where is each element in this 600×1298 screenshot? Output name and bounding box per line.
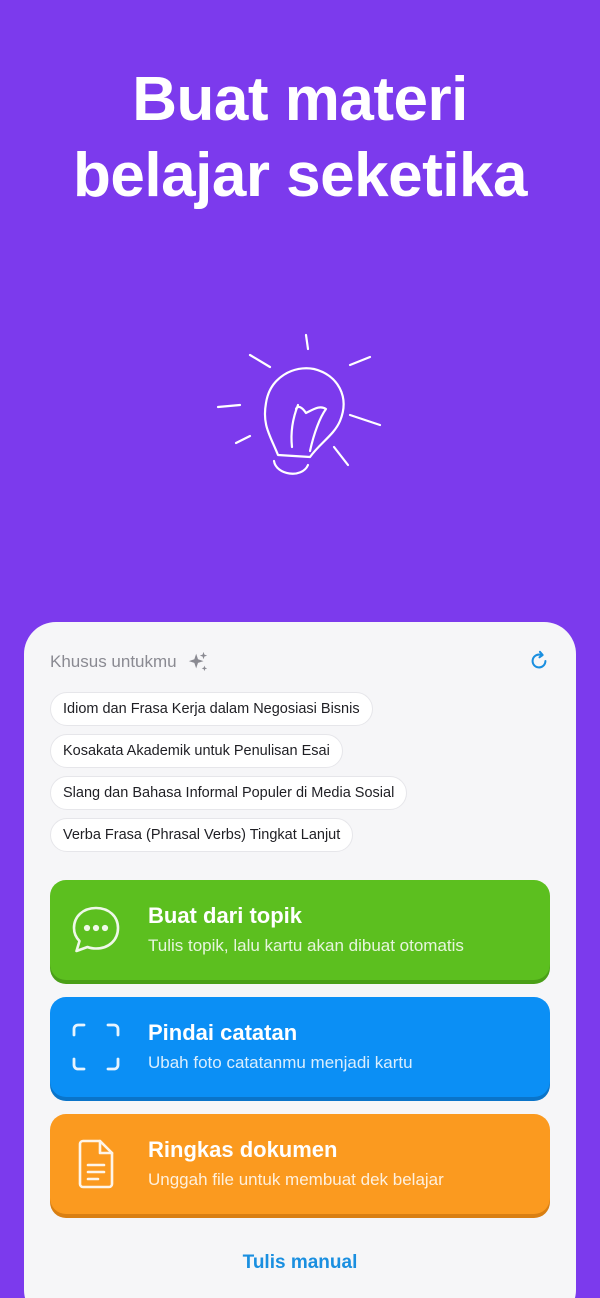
hero-title-line-2: belajar seketika — [73, 141, 527, 210]
summarize-document-button[interactable]: Ringkas dokumen Unggah file untuk membua… — [50, 1114, 550, 1214]
action-title: Ringkas dokumen — [148, 1137, 338, 1162]
section-header: Khusus untukmu — [50, 650, 209, 674]
action-subtitle: Tulis topik, lalu kartu akan dibuat otom… — [148, 936, 464, 955]
sparkle-icon — [188, 651, 207, 672]
scan-notes-button[interactable]: Pindai catatan Ubah foto catatanmu menja… — [50, 997, 550, 1097]
lightbulb-icon — [216, 333, 382, 475]
action-title: Pindai catatan — [148, 1020, 298, 1045]
scan-frame-icon — [72, 1023, 120, 1071]
suggestion-card: Khusus untukmu Idiom dan Frasa Kerja dal… — [24, 622, 576, 1298]
action-title: Buat dari topik — [148, 903, 303, 928]
document-icon — [78, 1139, 114, 1189]
create-from-topic-button[interactable]: Buat dari topik Tulis topik, lalu kartu … — [50, 880, 550, 980]
suggestion-chip[interactable]: Verba Frasa (Phrasal Verbs) Tingkat Lanj… — [50, 818, 354, 852]
chat-bubble-icon — [72, 906, 120, 953]
suggestion-chips: Idiom dan Frasa Kerja dalam Negosiasi Bi… — [50, 692, 550, 860]
refresh-icon[interactable] — [528, 650, 550, 672]
action-subtitle: Unggah file untuk membuat dek belajar — [148, 1170, 444, 1189]
action-subtitle: Ubah foto catatanmu menjadi kartu — [148, 1053, 413, 1072]
hero-title-line-1: Buat materi — [132, 65, 468, 134]
write-manually-link[interactable]: Tulis manual — [24, 1252, 576, 1274]
suggestion-chip[interactable]: Slang dan Bahasa Informal Populer di Med… — [50, 776, 408, 810]
hero-title: Buat materi belajar seketika — [0, 62, 600, 214]
suggestion-chip[interactable]: Idiom dan Frasa Kerja dalam Negosiasi Bi… — [50, 692, 373, 726]
section-header-label: Khusus untukmu — [50, 652, 177, 671]
suggestion-chip[interactable]: Kosakata Akademik untuk Penulisan Esai — [50, 734, 343, 768]
